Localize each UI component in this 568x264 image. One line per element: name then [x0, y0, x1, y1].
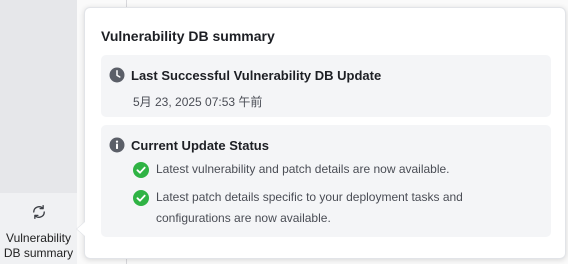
check-circle-icon — [133, 162, 149, 178]
last-update-header: Last Successful Vulnerability DB Update — [109, 67, 381, 83]
current-status-card: Current Update Status Latest vulnerabili… — [101, 125, 551, 237]
sidebar-item-label: Vulnerability DB summary — [3, 231, 74, 260]
sidebar-item-vulnerability-db-summary[interactable]: Vulnerability DB summary — [0, 193, 77, 264]
status-item: Latest vulnerability and patch details a… — [133, 161, 496, 180]
last-update-title: Last Successful Vulnerability DB Update — [131, 67, 382, 83]
refresh-icon — [32, 204, 45, 220]
clock-icon — [109, 67, 125, 83]
current-status-title: Current Update Status — [131, 137, 269, 153]
last-update-timestamp: 5月 23, 2025 07:53 午前 — [133, 95, 263, 109]
status-item-text: Latest patch details specific to your de… — [156, 190, 463, 225]
vulnerability-db-summary-popover: Vulnerability DB summary Last Successful… — [84, 7, 566, 259]
popover-title: Vulnerability DB summary — [101, 28, 275, 44]
status-item-text: Latest vulnerability and patch details a… — [156, 162, 450, 176]
popover-arrow — [77, 222, 85, 236]
check-circle-icon — [133, 190, 149, 206]
info-icon — [109, 137, 125, 153]
last-update-card: Last Successful Vulnerability DB Update … — [101, 55, 551, 117]
status-item: Latest patch details specific to your de… — [133, 189, 496, 229]
current-status-header: Current Update Status — [109, 137, 269, 153]
